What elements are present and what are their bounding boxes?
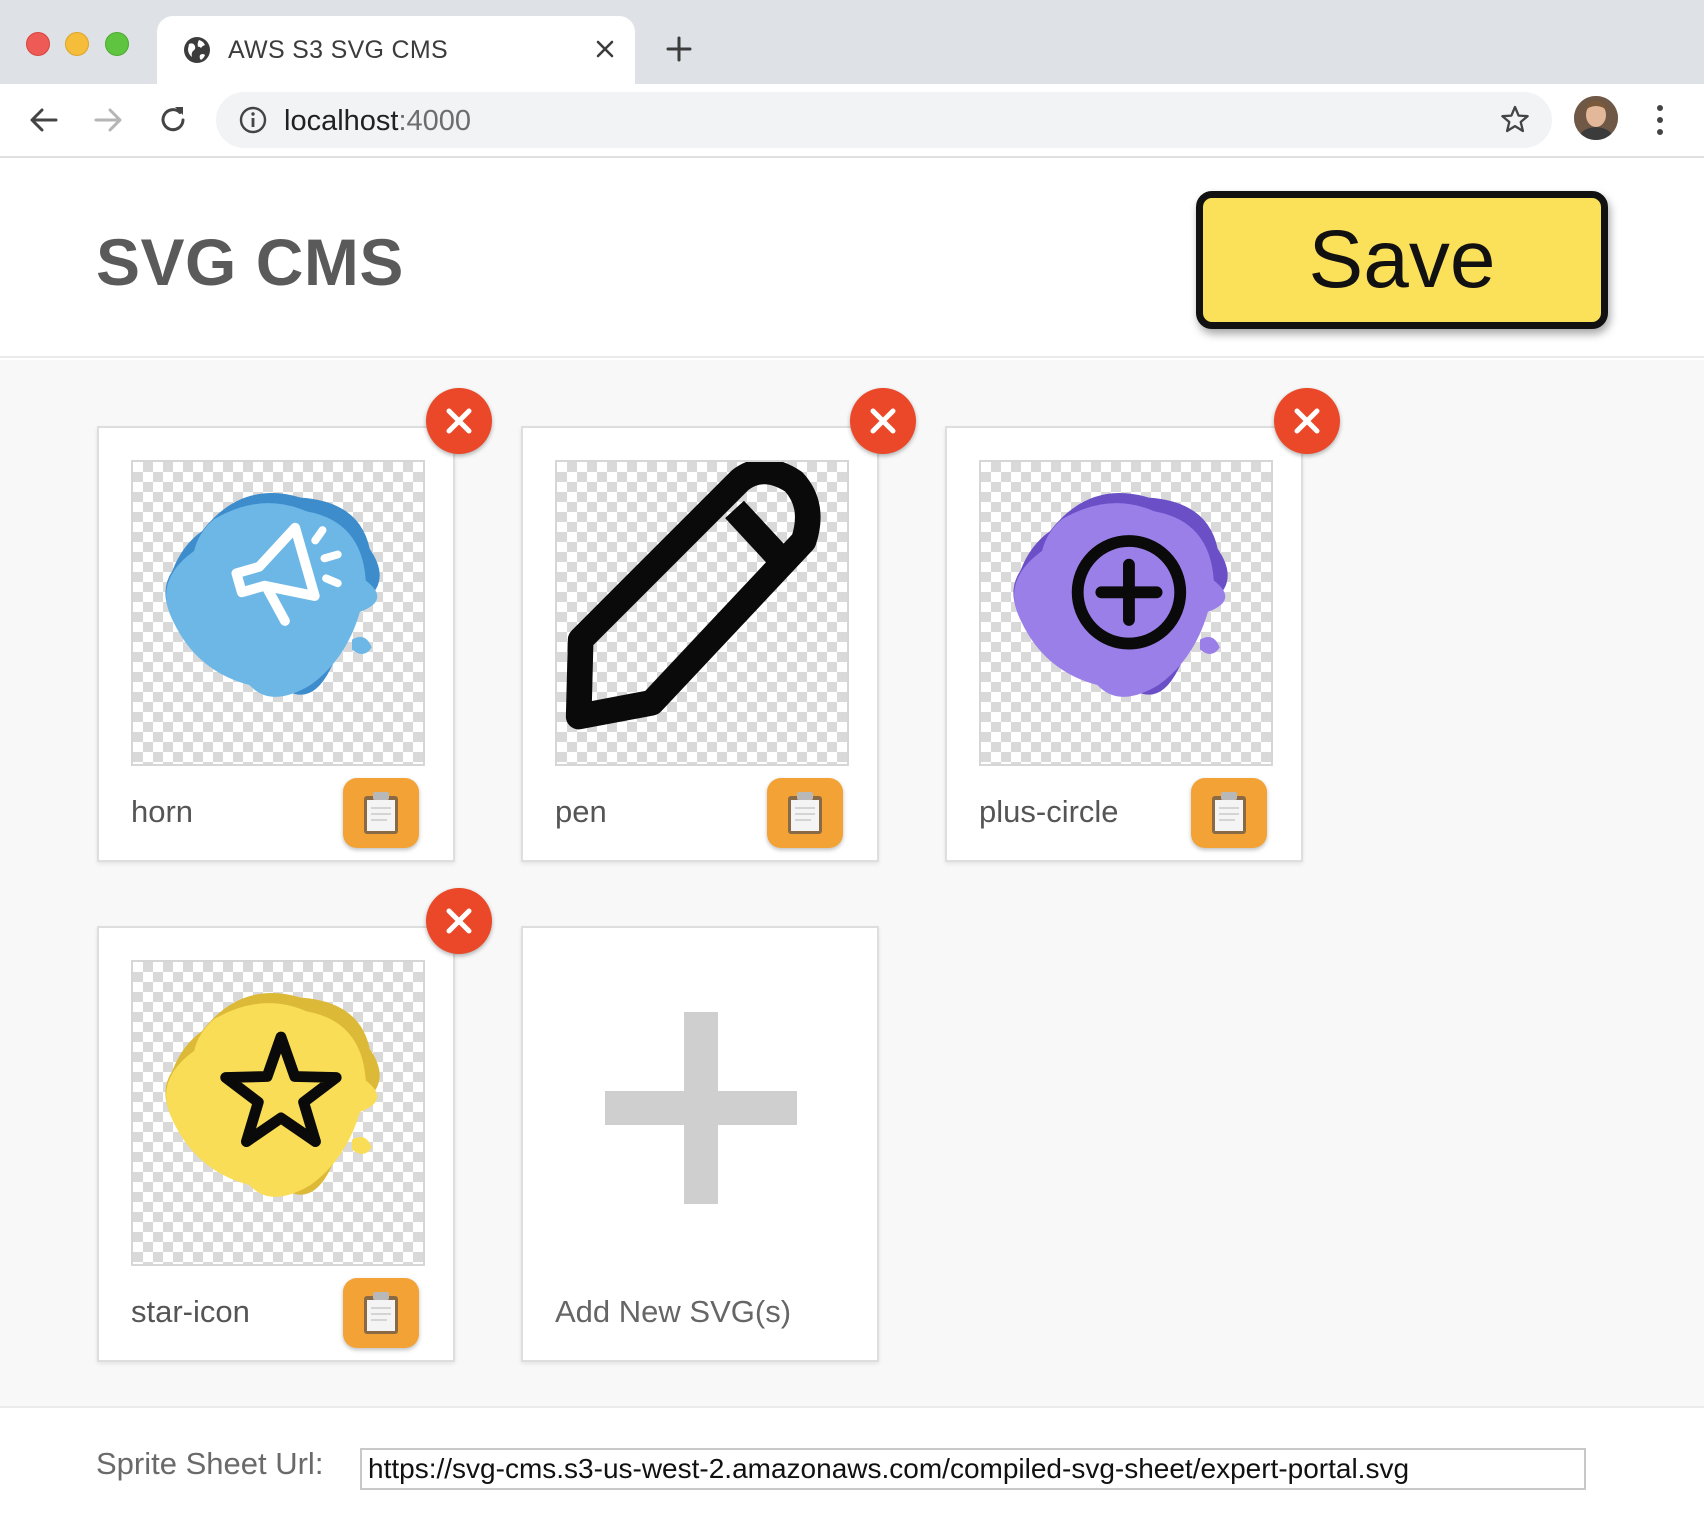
window-close-dot[interactable] [26, 32, 50, 56]
svg-name: plus-circle [979, 794, 1119, 829]
sprite-sheet-url-field[interactable] [360, 1448, 1586, 1490]
close-tab-icon[interactable] [590, 34, 620, 64]
close-icon [446, 908, 472, 934]
delete-button[interactable] [426, 388, 492, 454]
window-minimize-dot[interactable] [65, 32, 89, 56]
plus-circle-icon [1013, 493, 1228, 697]
sprite-sheet-footer: Sprite Sheet Url: [0, 1410, 1704, 1528]
svg-name: pen [555, 794, 607, 829]
new-tab-icon[interactable] [663, 33, 695, 65]
url-port: :4000 [398, 105, 472, 137]
page-title: SVG CMS [96, 225, 404, 299]
clipboard-icon [1212, 792, 1246, 834]
svg-card: plus-circle [945, 426, 1303, 862]
delete-button[interactable] [426, 888, 492, 954]
delete-button[interactable] [1274, 388, 1340, 454]
address-bar[interactable]: localhost:4000 [216, 92, 1552, 148]
clipboard-icon [364, 1292, 398, 1334]
copy-button[interactable] [1191, 778, 1267, 848]
plus-icon [605, 1012, 797, 1204]
reload-icon[interactable] [155, 102, 191, 138]
url-text[interactable]: localhost:4000 [284, 105, 471, 138]
svg-preview [131, 460, 425, 766]
url-host: localhost [284, 105, 399, 137]
svg-preview [555, 460, 849, 766]
profile-avatar[interactable] [1574, 96, 1618, 140]
svg-card: horn [97, 426, 455, 862]
forward-arrow-icon[interactable] [90, 102, 126, 138]
close-icon [446, 408, 472, 434]
copy-button[interactable] [767, 778, 843, 848]
more-menu-icon[interactable] [1650, 100, 1670, 140]
bookmark-star-icon[interactable] [1499, 104, 1531, 136]
add-new-label: Add New SVG(s) [555, 1294, 792, 1329]
svg-grid: horn pen plus-circle star-icon Add New S… [0, 360, 1704, 1408]
delete-button[interactable] [850, 388, 916, 454]
globe-icon [184, 37, 210, 63]
window-maximize-dot[interactable] [105, 32, 129, 56]
tab-title: AWS S3 SVG CMS [228, 36, 448, 64]
profile-photo-icon [1574, 96, 1618, 140]
add-new-svg-card[interactable]: Add New SVG(s) [521, 926, 879, 1362]
close-icon [870, 408, 896, 434]
copy-button[interactable] [343, 778, 419, 848]
clipboard-icon [788, 792, 822, 834]
browser-toolbar: localhost:4000 [0, 84, 1704, 158]
svg-name: horn [131, 794, 194, 829]
back-arrow-icon[interactable] [26, 102, 62, 138]
svg-preview [979, 460, 1273, 766]
svg-card: pen [521, 426, 879, 862]
browser-tab-strip: AWS S3 SVG CMS [0, 0, 1704, 84]
pen-icon [565, 462, 821, 730]
horn-icon [165, 493, 380, 697]
save-button[interactable]: Save [1196, 191, 1608, 329]
svg-name: star-icon [131, 1294, 250, 1329]
sprite-sheet-label: Sprite Sheet Url: [96, 1446, 324, 1481]
info-icon[interactable] [238, 105, 268, 135]
svg-card: star-icon [97, 926, 455, 1362]
copy-button[interactable] [343, 1278, 419, 1348]
page-header: SVG CMS Save [0, 158, 1704, 358]
clipboard-icon [364, 792, 398, 834]
svg-preview [131, 960, 425, 1266]
browser-tab[interactable]: AWS S3 SVG CMS [157, 16, 635, 84]
star-icon [165, 993, 380, 1197]
close-icon [1294, 408, 1320, 434]
